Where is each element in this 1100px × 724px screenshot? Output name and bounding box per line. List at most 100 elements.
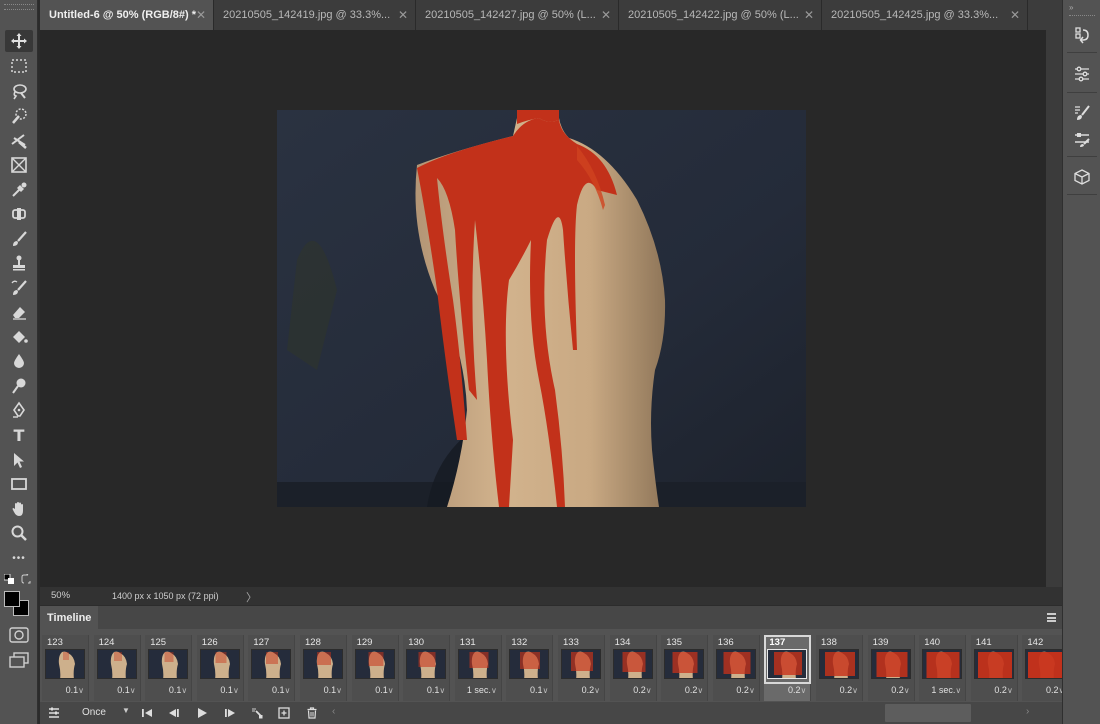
- frame-delay[interactable]: 1 sec.∨: [455, 685, 502, 695]
- 3d-panel-button[interactable]: [1069, 166, 1095, 188]
- swap-colors-icon[interactable]: [21, 574, 31, 584]
- frame-delay[interactable]: 0.1∨: [197, 685, 244, 695]
- timeline-frame[interactable]: 138 0.2∨: [816, 635, 863, 701]
- frame-delay[interactable]: 0.1∨: [248, 685, 295, 695]
- brush-settings-panel-button[interactable]: [1069, 128, 1095, 150]
- tab-20210505-142427[interactable]: 20210505_142427.jpg @ 50% (L... ✕: [416, 0, 619, 30]
- timeline-frame[interactable]: 130 0.1∨: [403, 635, 451, 701]
- tween-button[interactable]: [249, 705, 265, 721]
- timeline-frame[interactable]: 134 0.2∨: [609, 635, 657, 701]
- brushes-panel-button[interactable]: [1069, 102, 1095, 124]
- zoom-level[interactable]: 50%: [51, 590, 70, 601]
- pen-tool[interactable]: [5, 399, 33, 421]
- rectangle-tool[interactable]: [5, 473, 33, 495]
- frame-delay[interactable]: 0.2∨: [713, 685, 760, 695]
- frame-delay[interactable]: 0.1∨: [145, 685, 192, 695]
- tab-20210505-142422[interactable]: 20210505_142422.jpg @ 50% (L... ✕: [619, 0, 822, 30]
- timeline-frame[interactable]: 124 0.1∨: [93, 635, 141, 701]
- status-menu-arrow[interactable]: 〉: [246, 589, 257, 605]
- next-frame-button[interactable]: [222, 705, 238, 721]
- frame-delay[interactable]: 0.1∨: [506, 685, 553, 695]
- blur-tool[interactable]: [5, 350, 33, 372]
- close-icon[interactable]: ✕: [398, 0, 408, 30]
- document-canvas[interactable]: [277, 110, 806, 507]
- timeline-scrollbar-thumb[interactable]: [885, 704, 971, 722]
- quick-mask-icon[interactable]: [9, 627, 29, 643]
- frame-delay[interactable]: 0.1∨: [94, 685, 141, 695]
- timeline-frame[interactable]: 126 0.1∨: [196, 635, 244, 701]
- timeline-frame[interactable]: 140 1 sec.∨: [919, 635, 967, 701]
- tab-20210505-142425[interactable]: 20210505_142425.jpg @ 33.3%... ✕: [822, 0, 1028, 30]
- adjustments-panel-button[interactable]: [1069, 63, 1095, 85]
- marquee-tool[interactable]: [5, 55, 33, 77]
- move-tool[interactable]: [5, 30, 33, 52]
- timeline-frame[interactable]: 131 1 sec.∨: [454, 635, 502, 701]
- chevron-down-icon[interactable]: ▼: [122, 706, 130, 715]
- frame-delay[interactable]: 0.2∨: [558, 685, 605, 695]
- panel-grip[interactable]: [1069, 15, 1095, 19]
- vertical-scrollbar[interactable]: [1046, 30, 1062, 587]
- timeline-frame[interactable]: 128 0.1∨: [300, 635, 347, 701]
- tab-untitled-6[interactable]: Untitled-6 @ 50% (RGB/8#) * ✕: [40, 0, 214, 30]
- first-frame-button[interactable]: [139, 705, 155, 721]
- loop-options-value[interactable]: Once: [82, 707, 106, 718]
- close-icon[interactable]: ✕: [1010, 0, 1020, 30]
- timeline-frame[interactable]: 125 0.1∨: [145, 635, 193, 701]
- close-icon[interactable]: ✕: [196, 0, 206, 30]
- timeline-frame[interactable]: 133 0.2∨: [558, 635, 605, 701]
- frame-delay[interactable]: 0.1∨: [42, 685, 89, 695]
- quick-select-tool[interactable]: [5, 105, 33, 127]
- brush-tool[interactable]: [5, 228, 33, 250]
- healing-tool[interactable]: [5, 203, 33, 225]
- scroll-left-arrow[interactable]: ‹: [332, 706, 335, 717]
- previous-frame-button[interactable]: [166, 705, 182, 721]
- duplicate-frame-button[interactable]: [276, 705, 292, 721]
- panel-menu-icon[interactable]: [1047, 613, 1056, 622]
- frame-delay[interactable]: 0.1∨: [352, 685, 399, 695]
- timeline-tab[interactable]: Timeline: [40, 606, 99, 630]
- frame-delay[interactable]: 0.1∨: [403, 685, 450, 695]
- frame-delay[interactable]: 0.2∨: [868, 685, 915, 695]
- history-brush-tool[interactable]: [5, 277, 33, 299]
- canvas-area[interactable]: [40, 30, 1046, 587]
- lasso-tool[interactable]: [5, 80, 33, 102]
- toolbar-grip[interactable]: [4, 4, 34, 10]
- timeline-frame[interactable]: 135 0.2∨: [661, 635, 709, 701]
- path-select-tool[interactable]: [5, 449, 33, 471]
- paint-bucket-tool[interactable]: [5, 326, 33, 348]
- zoom-tool[interactable]: [5, 522, 33, 544]
- close-icon[interactable]: ✕: [601, 0, 611, 30]
- stamp-tool[interactable]: [5, 252, 33, 274]
- delete-frame-button[interactable]: [304, 705, 320, 721]
- tab-20210505-142419[interactable]: 20210505_142419.jpg @ 33.3%... ✕: [214, 0, 416, 30]
- frame-delay[interactable]: 1 sec.∨: [919, 685, 966, 695]
- dodge-tool[interactable]: [5, 375, 33, 397]
- screen-mode-icon[interactable]: [9, 652, 29, 668]
- frame-delay[interactable]: 0.2∨: [610, 685, 657, 695]
- timeline-frame[interactable]: 139 0.2∨: [867, 635, 915, 701]
- frame-delay[interactable]: 0.2∨: [971, 685, 1018, 695]
- convert-timeline-button[interactable]: [46, 705, 62, 721]
- frame-delay[interactable]: 0.2∨: [764, 685, 811, 695]
- timeline-frame[interactable]: 142 0.2∨: [1022, 635, 1062, 701]
- timeline-frame[interactable]: 123 0.1∨: [42, 635, 89, 701]
- collapse-panels-icon[interactable]: »: [1069, 3, 1074, 12]
- history-panel-button[interactable]: [1069, 24, 1095, 46]
- timeline-frame[interactable]: 137 0.2∨: [764, 635, 812, 701]
- foreground-color-swatch[interactable]: [4, 591, 20, 607]
- frame-delay[interactable]: 0.2∨: [816, 685, 863, 695]
- hand-tool[interactable]: [5, 498, 33, 520]
- eyedropper-tool[interactable]: [5, 179, 33, 201]
- timeline-frame[interactable]: 127 0.1∨: [248, 635, 296, 701]
- frame-delay[interactable]: 0.1∨: [300, 685, 347, 695]
- type-tool[interactable]: T: [5, 424, 33, 446]
- timeline-frame[interactable]: 141 0.2∨: [970, 635, 1018, 701]
- frame-delay[interactable]: 0.2∨: [661, 685, 708, 695]
- more-tools[interactable]: •••: [5, 547, 33, 569]
- timeline-frame[interactable]: 132 0.1∨: [506, 635, 554, 701]
- timeline-frame[interactable]: 129 0.1∨: [351, 635, 399, 701]
- timeline-frame[interactable]: 136 0.2∨: [712, 635, 760, 701]
- close-icon[interactable]: ✕: [804, 0, 814, 30]
- frame-delay[interactable]: 0.2∨: [1022, 685, 1062, 695]
- crop-tool[interactable]: [5, 130, 33, 152]
